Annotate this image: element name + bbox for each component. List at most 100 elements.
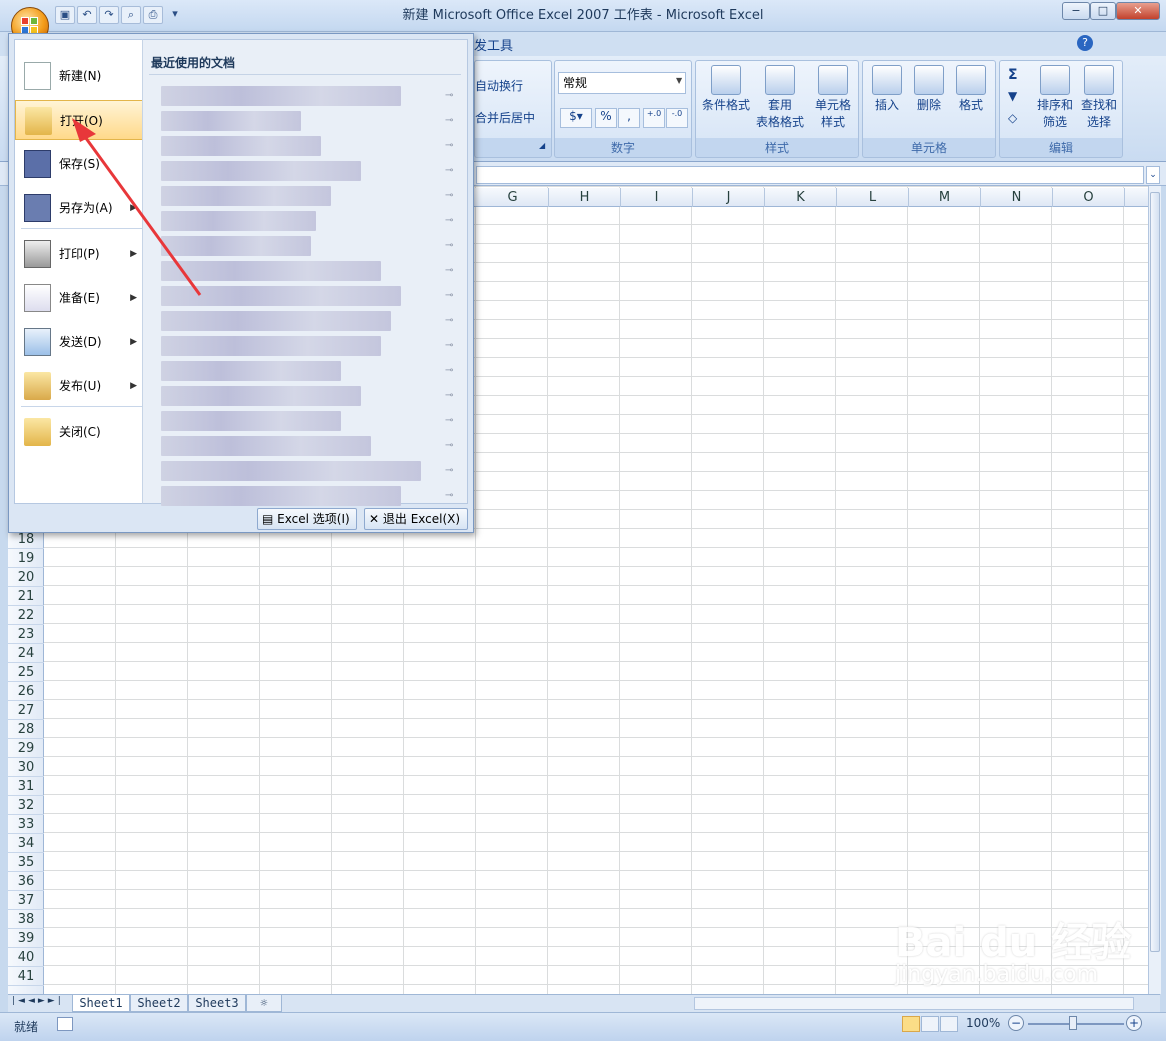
row-header[interactable]: 32	[8, 796, 44, 815]
column-header[interactable]: N	[981, 188, 1053, 207]
pin-icon[interactable]: ⊸	[445, 316, 459, 326]
menu-item-new[interactable]: 新建(N)	[15, 56, 145, 96]
sort-filter-button[interactable]: 排序和 筛选	[1034, 65, 1076, 131]
pin-icon[interactable]: ⊸	[445, 166, 459, 176]
autosum-icon[interactable]: Σ	[1008, 67, 1018, 83]
column-header[interactable]: G	[477, 188, 549, 207]
zoom-out-icon[interactable]: −	[1008, 1015, 1024, 1031]
redo-icon[interactable]: ↷	[99, 6, 119, 24]
increase-decimal-icon[interactable]: +.0	[643, 108, 665, 128]
horizontal-scrollbar[interactable]	[694, 997, 1134, 1010]
wrap-text-button[interactable]: 自动换行	[475, 77, 523, 94]
recent-document-item[interactable]	[161, 461, 421, 481]
recent-document-item[interactable]	[161, 136, 321, 156]
pin-icon[interactable]: ⊸	[445, 141, 459, 151]
cell-styles-button[interactable]: 单元格 样式	[808, 65, 858, 131]
column-header[interactable]: L	[837, 188, 909, 207]
row-header[interactable]: 34	[8, 834, 44, 853]
insert-sheet-icon[interactable]: ☼	[246, 995, 282, 1012]
pin-icon[interactable]: ⊸	[445, 216, 459, 226]
recent-document-item[interactable]	[161, 336, 381, 356]
menu-item-publish[interactable]: 发布(U) ▶	[15, 366, 145, 406]
recent-document-item[interactable]	[161, 361, 341, 381]
clear-icon[interactable]: ◇	[1008, 111, 1017, 125]
zoom-level[interactable]: 100%	[966, 1016, 1000, 1030]
format-button[interactable]: 格式	[951, 65, 991, 114]
quick-print-icon[interactable]: ⎙	[143, 6, 163, 24]
scroll-thumb[interactable]	[1150, 192, 1160, 952]
row-header[interactable]: 38	[8, 910, 44, 929]
sheet-tab[interactable]: Sheet3	[188, 995, 246, 1012]
merge-center-button[interactable]: 合并后居中	[475, 109, 535, 126]
recent-document-item[interactable]	[161, 286, 401, 306]
column-header[interactable]: H	[549, 188, 621, 207]
row-header[interactable]: 24	[8, 644, 44, 663]
excel-options-button[interactable]: ▤ Excel 选项(I)	[257, 508, 357, 530]
row-header[interactable]: 40	[8, 948, 44, 967]
recent-document-item[interactable]	[161, 161, 361, 181]
help-icon[interactable]: ?	[1077, 35, 1093, 51]
macro-record-icon[interactable]	[57, 1017, 73, 1031]
save-icon[interactable]: ▣	[55, 6, 75, 24]
menu-item-send[interactable]: 发送(D) ▶	[15, 322, 145, 362]
dialog-launcher-icon[interactable]: ◢	[539, 141, 545, 150]
pin-icon[interactable]: ⊸	[445, 391, 459, 401]
recent-document-item[interactable]	[161, 386, 361, 406]
comma-button[interactable]: ,	[618, 108, 640, 128]
undo-icon[interactable]: ↶	[77, 6, 97, 24]
pin-icon[interactable]: ⊸	[445, 366, 459, 376]
recent-document-item[interactable]	[161, 86, 401, 106]
fill-icon[interactable]: ▼	[1008, 89, 1017, 103]
currency-icon[interactable]: $▾	[560, 108, 592, 128]
row-header[interactable]: 25	[8, 663, 44, 682]
tab-developer[interactable]: 发工具	[474, 35, 513, 54]
print-preview-icon[interactable]: ⌕	[121, 6, 141, 24]
menu-item-prepare[interactable]: 准备(E) ▶	[15, 278, 145, 318]
menu-item-save-as[interactable]: 另存为(A) ▶	[15, 188, 145, 228]
menu-item-save[interactable]: 保存(S)	[15, 144, 145, 184]
page-break-view-icon[interactable]	[940, 1016, 958, 1032]
recent-document-item[interactable]	[161, 211, 316, 231]
row-header[interactable]: 20	[8, 568, 44, 587]
sheet-tab[interactable]: Sheet1	[72, 995, 130, 1012]
normal-view-icon[interactable]	[902, 1016, 920, 1032]
column-header[interactable]: J	[693, 188, 765, 207]
format-as-table-button[interactable]: 套用 表格格式	[754, 65, 806, 131]
sheet-navigation-icons[interactable]: |◄◄►►|	[12, 996, 64, 1006]
delete-button[interactable]: 删除	[909, 65, 949, 114]
pin-icon[interactable]: ⊸	[445, 416, 459, 426]
minimize-button[interactable]: −	[1062, 2, 1090, 20]
decrease-decimal-icon[interactable]: -.0	[666, 108, 688, 128]
expand-formula-icon[interactable]: ⌄	[1146, 166, 1160, 184]
pin-icon[interactable]: ⊸	[445, 441, 459, 451]
row-header[interactable]: 27	[8, 701, 44, 720]
row-header[interactable]: 28	[8, 720, 44, 739]
recent-document-item[interactable]	[161, 411, 341, 431]
pin-icon[interactable]: ⊸	[445, 341, 459, 351]
pin-icon[interactable]: ⊸	[445, 116, 459, 126]
zoom-slider-thumb[interactable]	[1069, 1016, 1077, 1030]
vertical-scrollbar[interactable]	[1148, 186, 1161, 994]
pin-icon[interactable]: ⊸	[445, 291, 459, 301]
number-format-select[interactable]: 常规	[558, 72, 686, 94]
menu-item-close[interactable]: 关闭(C)	[15, 412, 145, 452]
formula-input[interactable]	[476, 166, 1144, 184]
customize-qat-icon[interactable]: ▾	[165, 6, 185, 24]
pin-icon[interactable]: ⊸	[445, 91, 459, 101]
recent-document-item[interactable]	[161, 436, 371, 456]
row-header[interactable]: 41	[8, 967, 44, 986]
menu-item-open[interactable]: 打开(O)	[15, 100, 145, 140]
column-header[interactable]: K	[765, 188, 837, 207]
insert-button[interactable]: 插入	[867, 65, 907, 114]
row-header[interactable]: 33	[8, 815, 44, 834]
pin-icon[interactable]: ⊸	[445, 491, 459, 501]
find-select-button[interactable]: 查找和 选择	[1078, 65, 1120, 131]
column-header[interactable]: M	[909, 188, 981, 207]
close-button[interactable]: ✕	[1116, 2, 1160, 20]
pin-icon[interactable]: ⊸	[445, 266, 459, 276]
column-header[interactable]: I	[621, 188, 693, 207]
row-header[interactable]: 26	[8, 682, 44, 701]
row-header[interactable]: 31	[8, 777, 44, 796]
pin-icon[interactable]: ⊸	[445, 466, 459, 476]
recent-document-item[interactable]	[161, 111, 301, 131]
